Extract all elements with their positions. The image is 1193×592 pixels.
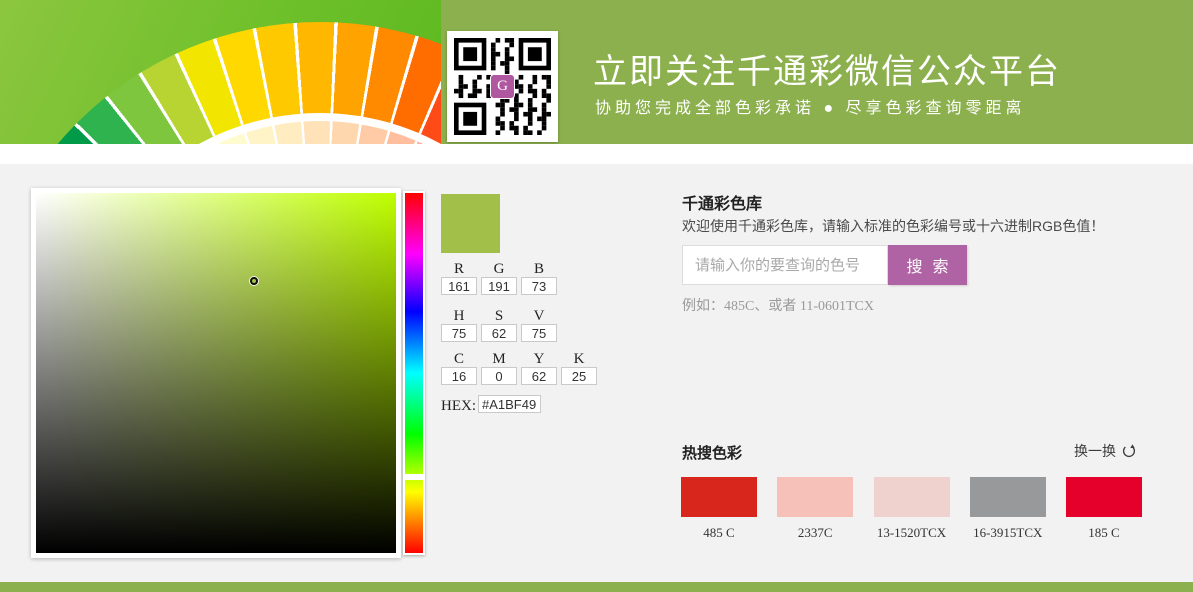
hot-color-item[interactable]: 185 C: [1066, 477, 1142, 541]
hot-color-code: 16-3915TCX: [970, 525, 1046, 541]
hot-colors-title: 热搜色彩: [682, 442, 742, 463]
label-m: M: [481, 351, 517, 368]
library-description: 欢迎使用千通彩色库，请输入标准的色彩编号或十六进制RGB色值！: [682, 216, 1104, 236]
color-fan-photo: [0, 0, 441, 144]
hue-slider-handle[interactable]: [403, 474, 425, 480]
label-c: C: [441, 351, 477, 368]
label-hex: HEX:: [441, 398, 476, 415]
refresh-icon: [1120, 442, 1138, 460]
rgb-g-input[interactable]: [481, 277, 517, 295]
sv-gradient-overlay: [36, 193, 396, 553]
label-k: K: [561, 351, 597, 368]
cmyk-y-input[interactable]: [521, 367, 557, 385]
saturation-value-picker[interactable]: [31, 188, 401, 558]
search-button[interactable]: 搜索: [888, 245, 967, 285]
hex-input[interactable]: [478, 395, 541, 413]
hsv-v-input[interactable]: [521, 324, 557, 342]
hot-color-swatch: [1066, 477, 1142, 517]
search-example-hint: 例如：485C、或者 11-0601TCX: [682, 295, 874, 315]
wechat-qr-code: G: [447, 31, 558, 142]
sv-cursor-handle[interactable]: [250, 277, 258, 285]
hot-color-swatch: [777, 477, 853, 517]
hot-color-swatch: [970, 477, 1046, 517]
rgb-b-input[interactable]: [521, 277, 557, 295]
rgb-r-input[interactable]: [441, 277, 477, 295]
label-y: Y: [521, 351, 557, 368]
refresh-colors-button[interactable]: 换一换: [1074, 441, 1138, 461]
brand-logo-icon: G: [490, 74, 515, 99]
banner-headline: 立即关注千通彩微信公众平台: [593, 44, 1061, 93]
hot-colors-row: 485 C 2337C 13-1520TCX 16-3915TCX 185 C: [681, 477, 1151, 547]
footer-bar: [0, 582, 1193, 592]
label-v: V: [521, 308, 557, 325]
label-r: R: [441, 261, 477, 278]
selected-color-preview: [441, 194, 500, 253]
library-title: 千通彩色库: [682, 190, 762, 214]
label-s: S: [481, 308, 517, 325]
hot-color-swatch: [874, 477, 950, 517]
hot-color-code: 2337C: [777, 525, 853, 541]
main-panel: R G B H S V C M Y K HEX: 千通彩色库 欢迎使用千通彩色库…: [0, 164, 1193, 582]
hot-color-code: 185 C: [1066, 525, 1142, 541]
refresh-label: 换一换: [1074, 441, 1116, 461]
hsv-h-input[interactable]: [441, 324, 477, 342]
cmyk-k-input[interactable]: [561, 367, 597, 385]
hot-color-code: 485 C: [681, 525, 757, 541]
page: G 立即关注千通彩微信公众平台 协助您完成全部色彩承诺 ● 尽享色彩查询零距离 …: [0, 0, 1193, 592]
hot-color-item[interactable]: 485 C: [681, 477, 757, 541]
label-h: H: [441, 308, 477, 325]
top-banner: G 立即关注千通彩微信公众平台 协助您完成全部色彩承诺 ● 尽享色彩查询零距离: [0, 0, 1193, 144]
hue-gradient-strip[interactable]: [405, 193, 423, 553]
hue-slider[interactable]: [403, 191, 425, 555]
hot-color-item[interactable]: 16-3915TCX: [970, 477, 1046, 541]
cmyk-m-input[interactable]: [481, 367, 517, 385]
search-input[interactable]: [682, 245, 888, 285]
hot-color-item[interactable]: 13-1520TCX: [874, 477, 950, 541]
hot-color-code: 13-1520TCX: [874, 525, 950, 541]
label-b: B: [521, 261, 557, 278]
hsv-s-input[interactable]: [481, 324, 517, 342]
cmyk-c-input[interactable]: [441, 367, 477, 385]
banner-subheadline: 协助您完成全部色彩承诺 ● 尽享色彩查询零距离: [595, 94, 1026, 118]
hot-color-item[interactable]: 2337C: [777, 477, 853, 541]
sv-gradient-area[interactable]: [36, 193, 396, 553]
label-g: G: [481, 261, 517, 278]
hot-color-swatch: [681, 477, 757, 517]
